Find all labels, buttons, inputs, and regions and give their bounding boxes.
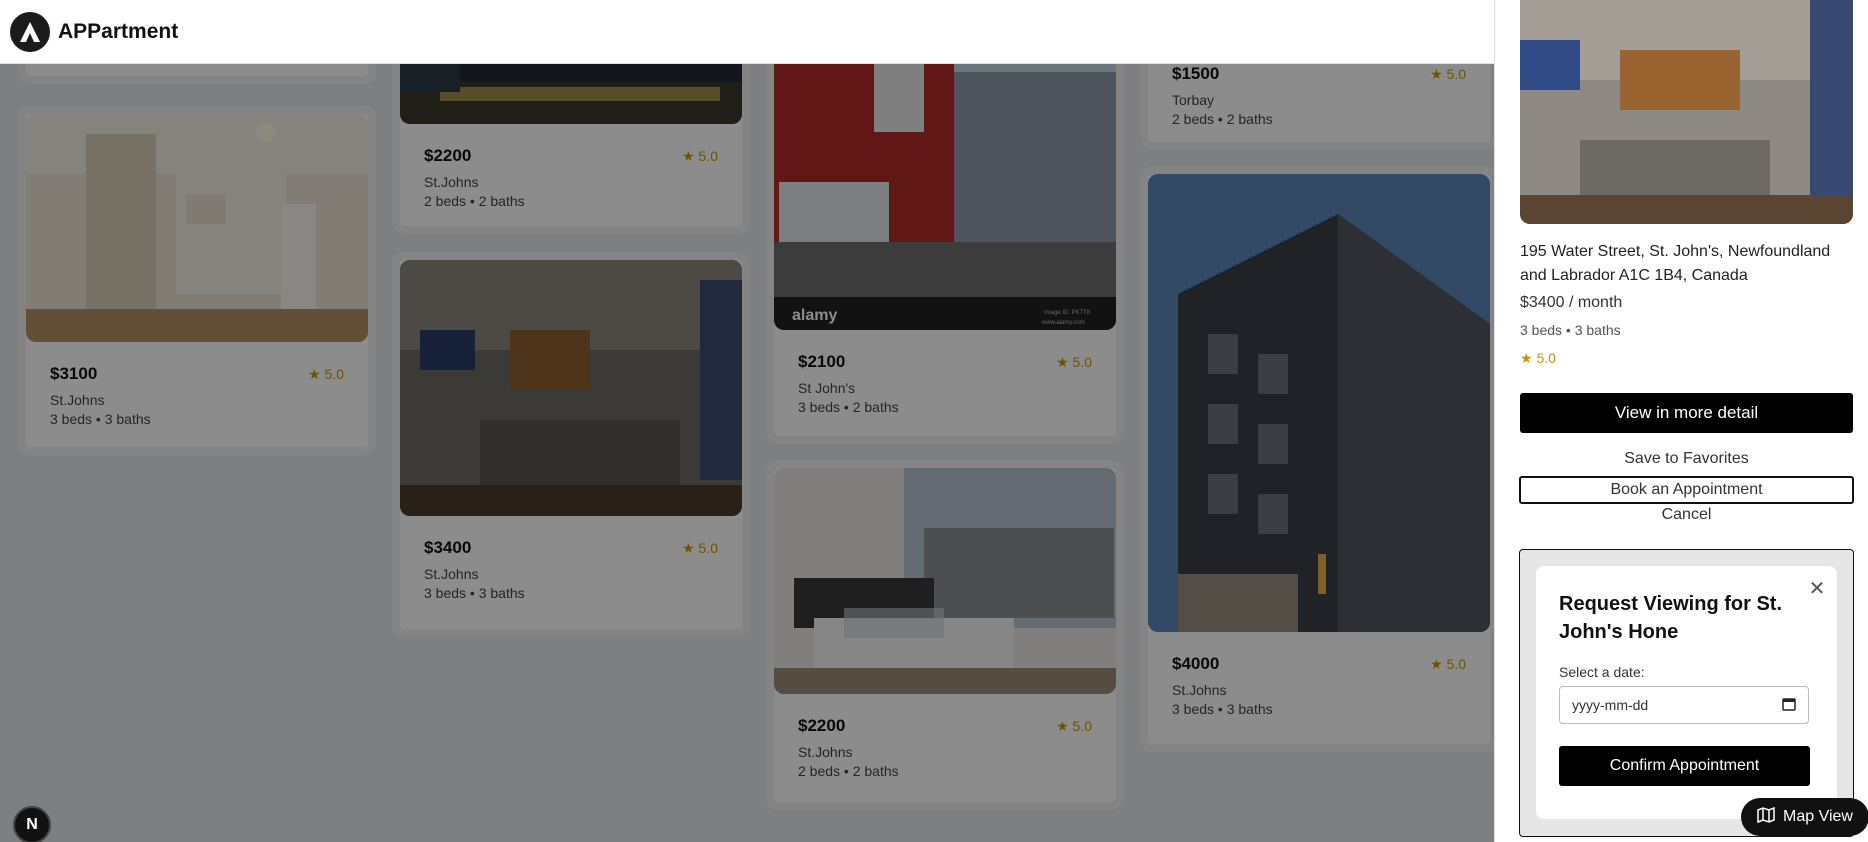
close-icon[interactable]: ✕ [1805, 576, 1829, 600]
listing-location: St.Johns [1172, 682, 1227, 698]
date-input[interactable]: yyyy-mm-dd [1559, 686, 1809, 724]
listing-location: St.Johns [424, 566, 479, 582]
app-header: APPartment [0, 0, 1494, 64]
listing-info: $2100 ★ 5.0 St John's 3 beds • 2 baths [782, 338, 1108, 436]
listing-location: St.Johns [798, 744, 853, 760]
listing-card[interactable]: $2200 ★ 5.0 St.Johns 2 beds • 2 baths [392, 64, 750, 234]
map-view-button[interactable]: Map View [1741, 798, 1868, 836]
listing-price: $4000 [1172, 654, 1220, 673]
booking-title: Request Viewing for St. John's Hone [1559, 593, 1782, 643]
save-favorites-button[interactable]: Save to Favorites [1520, 450, 1853, 468]
cancel-button[interactable]: Cancel [1520, 506, 1853, 524]
listing-location: St.Johns [424, 174, 479, 190]
detail-price: $3400 / month [1520, 294, 1623, 311]
listing-photo [400, 260, 742, 516]
listing-card[interactable]: $3400 ★ 5.0 St.Johns 3 beds • 3 baths [392, 252, 750, 637]
listing-price: $2100 [798, 352, 846, 371]
listing-photo [1148, 174, 1490, 632]
listing-rating: ★ 5.0 [1056, 354, 1092, 370]
book-appointment-button[interactable]: Book an Appointment [1519, 476, 1854, 504]
detail-address: 195 Water Street, St. John's, Newfoundla… [1520, 243, 1831, 284]
date-placeholder: yyyy-mm-dd [1572, 697, 1649, 713]
listing-price: $3400 [424, 538, 472, 557]
detail-photo [1520, 0, 1853, 224]
watermark-site: www.alamy.com [1041, 320, 1085, 326]
listing-beds: 2 beds • 2 baths [1172, 111, 1273, 127]
listing-card[interactable]: alamy Image ID: PK7T8 www.alamy.com $210… [766, 64, 1124, 444]
listing-rating: ★ 5.0 [682, 540, 718, 556]
listing-location: St John's [798, 380, 856, 396]
watermark-image-id: Image ID: PK7T8 [1044, 310, 1091, 316]
detail-rating: ★ 5.0 [1520, 350, 1556, 366]
app-title[interactable]: APPartment [58, 20, 178, 44]
listing-photo [26, 114, 368, 342]
listing-info: $2200 ★ 5.0 St.Johns 2 beds • 2 baths [782, 702, 1108, 802]
listing-price: $3100 [50, 364, 98, 383]
listing-rating: ★ 5.0 [682, 148, 718, 164]
app-logo-icon[interactable] [10, 11, 50, 52]
view-detail-button[interactable]: View in more detail [1520, 393, 1853, 433]
listing-rating: ★ 5.0 [1430, 656, 1466, 672]
listing-rating: ★ 5.0 [1430, 66, 1466, 82]
listing-beds: 2 beds • 2 baths [424, 193, 525, 209]
dev-tools-badge[interactable]: N [13, 806, 51, 842]
listing-price: $2200 [424, 146, 472, 165]
listing-info: $1500 ★ 5.0 Torbay 2 beds • 2 baths [1156, 64, 1482, 142]
listing-card[interactable] [18, 64, 376, 84]
listing-location: St.Johns [50, 392, 105, 408]
listing-beds: 3 beds • 3 baths [50, 411, 151, 427]
listing-photo: alamy Image ID: PK7T8 www.alamy.com [774, 64, 1116, 330]
listing-card[interactable]: $4000 ★ 5.0 St.Johns 3 beds • 3 baths [1140, 166, 1494, 752]
watermark-brand: alamy [792, 307, 837, 324]
listing-photo [774, 468, 1116, 694]
listing-info: $4000 ★ 5.0 St.Johns 3 beds • 3 baths [1156, 640, 1482, 744]
date-label: Select a date: [1559, 664, 1645, 680]
listing-card[interactable]: $1500 ★ 5.0 Torbay 2 beds • 2 baths [1140, 64, 1494, 150]
listing-beds: 3 beds • 3 baths [424, 585, 525, 601]
calendar-icon[interactable] [1782, 697, 1796, 714]
listing-photo [400, 64, 742, 124]
confirm-appointment-button[interactable]: Confirm Appointment [1559, 746, 1810, 786]
booking-modal: Request Viewing for St. John's Hone ✕ Se… [1536, 566, 1837, 819]
listing-location: Torbay [1172, 92, 1215, 108]
listing-info: $3100 ★ 5.0 St.Johns 3 beds • 3 baths [34, 350, 360, 447]
listing-price: $2200 [798, 716, 846, 735]
listing-info [34, 64, 360, 68]
listing-detail-panel: 195 Water Street, St. John's, Newfoundla… [1494, 0, 1868, 842]
listing-info: $2200 ★ 5.0 St.Johns 2 beds • 2 baths [408, 132, 734, 226]
listing-beds: 3 beds • 2 baths [798, 399, 899, 415]
map-icon [1757, 806, 1775, 828]
listing-rating: ★ 5.0 [308, 366, 344, 382]
listing-beds: 3 beds • 3 baths [1172, 701, 1273, 717]
listing-card[interactable]: $3100 ★ 5.0 St.Johns 3 beds • 3 baths [18, 106, 376, 455]
listing-beds: 2 beds • 2 baths [798, 763, 899, 779]
map-view-label: Map View [1783, 808, 1853, 825]
booking-modal-container: Request Viewing for St. John's Hone ✕ Se… [1519, 549, 1854, 837]
listing-price: $1500 [1172, 64, 1220, 83]
detail-beds: 3 beds • 3 baths [1520, 322, 1621, 338]
listing-grid: $3100 ★ 5.0 St.Johns 3 beds • 3 baths $2… [0, 64, 1494, 842]
listing-info: $3400 ★ 5.0 St.Johns 3 beds • 3 baths [408, 524, 734, 629]
listing-rating: ★ 5.0 [1056, 718, 1092, 734]
listing-card[interactable]: $2200 ★ 5.0 St.Johns 2 beds • 2 baths [766, 460, 1124, 810]
